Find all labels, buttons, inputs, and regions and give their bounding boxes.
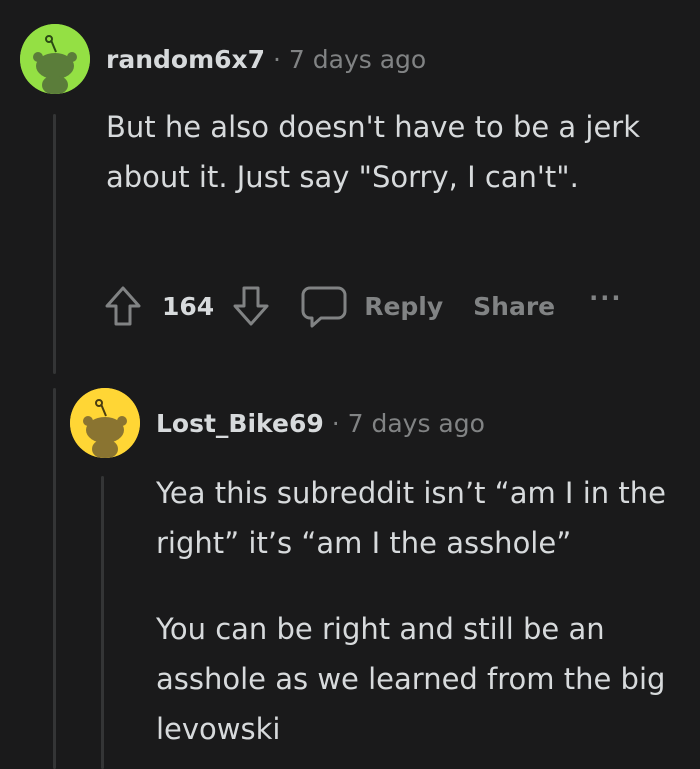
comment-meta: Lost_Bike69 · 7 days ago	[156, 408, 485, 440]
comment-actions: 164 Reply Share ···	[100, 282, 622, 330]
avatar[interactable]	[20, 24, 90, 94]
comment-paragraph: Yea this subreddit isn’t “am I in the ri…	[156, 476, 666, 560]
timestamp[interactable]: 7 days ago	[289, 45, 426, 74]
comment-body: But he also doesn't have to be a jerk ab…	[106, 102, 646, 202]
meta-separator: ·	[331, 409, 340, 438]
snoo-avatar-icon	[20, 24, 90, 94]
comment-body: Yea this subreddit isn’t “am I in the ri…	[156, 468, 676, 754]
meta-separator: ·	[273, 45, 281, 74]
timestamp[interactable]: 7 days ago	[348, 409, 485, 438]
reply-button[interactable]: Reply	[364, 292, 443, 321]
more-options-icon[interactable]: ···	[589, 284, 622, 312]
downvote-icon[interactable]	[228, 282, 274, 330]
comment-paragraph: You can be right and still be an asshole…	[156, 612, 666, 746]
upvote-icon[interactable]	[100, 282, 146, 330]
vote-count: 164	[162, 291, 215, 321]
comment-paragraph: But he also doesn't have to be a jerk ab…	[106, 110, 641, 194]
share-button[interactable]: Share	[473, 292, 555, 321]
snoo-avatar-icon	[70, 388, 140, 458]
avatar[interactable]	[70, 388, 140, 458]
thread-line[interactable]	[53, 388, 56, 769]
username[interactable]: random6x7	[106, 45, 265, 74]
comment-meta: random6x7 · 7 days ago	[106, 44, 426, 76]
thread-line[interactable]	[101, 476, 104, 769]
comment-bubble-icon[interactable]	[300, 282, 348, 330]
username[interactable]: Lost_Bike69	[156, 409, 324, 438]
thread-line[interactable]	[53, 114, 56, 374]
